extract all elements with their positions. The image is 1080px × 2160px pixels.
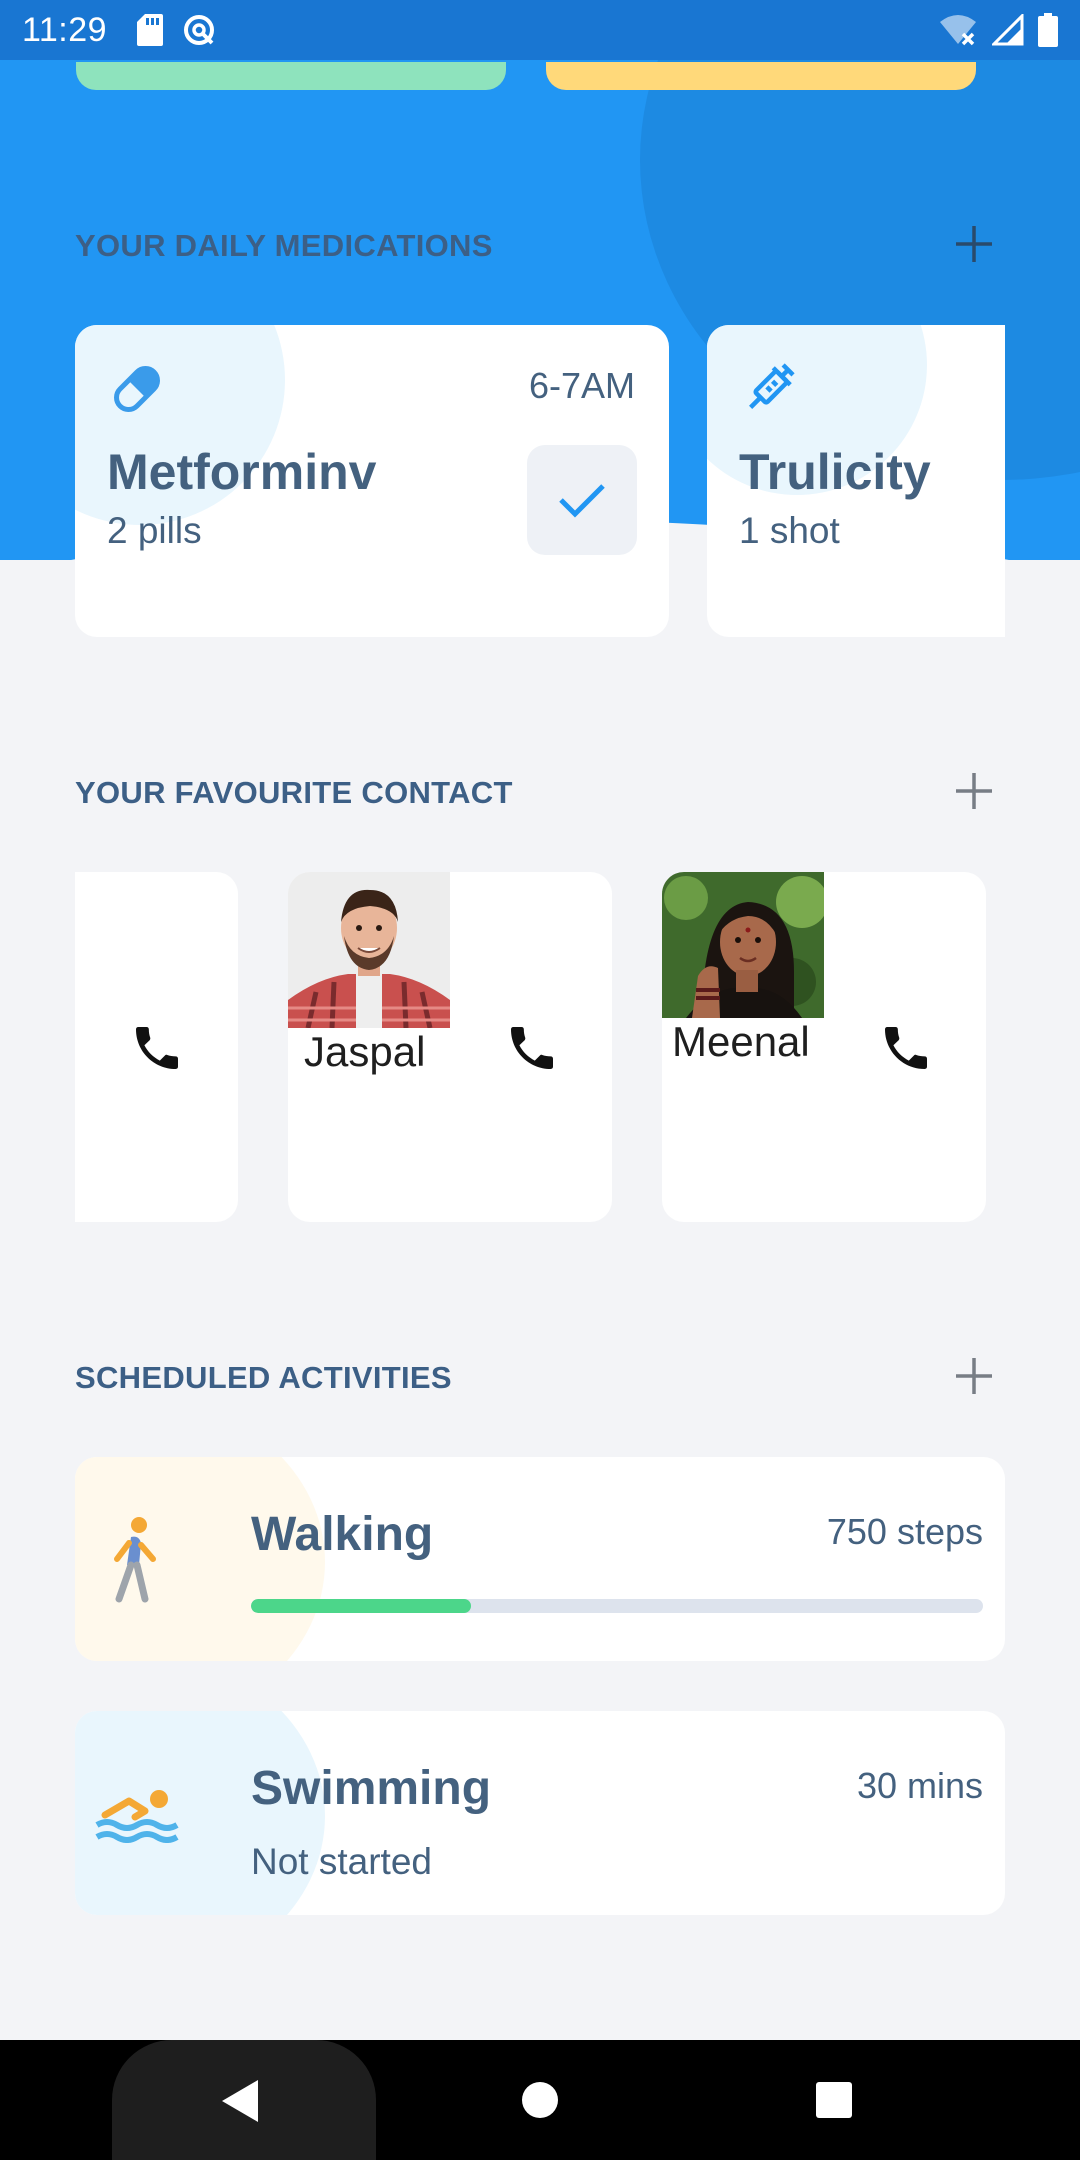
contact-card[interactable]: Meenal [662, 872, 986, 1222]
home-icon [522, 2082, 558, 2118]
add-activity-button[interactable] [948, 1350, 1000, 1402]
navigation-bar [0, 2040, 1080, 2160]
activity-name: Swimming [251, 1762, 492, 1815]
activity-status: Not started [251, 1841, 432, 1882]
battery-icon [1038, 13, 1058, 47]
medication-name: Trulicity [739, 444, 931, 500]
wifi-off-icon [940, 15, 976, 46]
activity-card[interactable]: Swimming 30 mins Not started [75, 1711, 1005, 1915]
activity-card[interactable]: Walking 750 steps [75, 1457, 1005, 1661]
activity-progress-bar [251, 1599, 983, 1613]
phone-icon [511, 1027, 553, 1069]
activity-metric: 30 mins [856, 1765, 983, 1806]
sd-card-icon [137, 14, 164, 46]
contact-photo [288, 872, 450, 1028]
back-icon [222, 2080, 258, 2122]
peek-card-yellow [546, 62, 976, 90]
mark-taken-button[interactable] [527, 445, 637, 555]
contact-name: Meenal [672, 1018, 810, 1065]
contact-card[interactable]: Jaspal [288, 872, 612, 1222]
status-bar: 11:29 [0, 0, 1080, 60]
call-button[interactable] [129, 1020, 189, 1080]
contact-name: Jaspal [304, 1028, 426, 1075]
activity-name: Walking [251, 1508, 434, 1561]
medication-card[interactable]: 6-7AM Metforminv 2 pills [75, 325, 669, 637]
swimming-icon [95, 1790, 179, 1843]
phone-icon [136, 1027, 178, 1069]
peek-card-green [76, 62, 506, 90]
check-icon [559, 484, 605, 518]
back-button[interactable] [218, 2078, 262, 2129]
activity-metric: 750 steps [826, 1511, 983, 1552]
medication-name: Metforminv [107, 444, 377, 500]
pill-icon [114, 366, 160, 412]
medication-dose: 1 shot [739, 510, 840, 551]
walking-icon [114, 1517, 156, 1603]
medications-section-title: YOUR DAILY MEDICATIONS [75, 228, 493, 263]
plus-icon [956, 773, 992, 809]
activities-section-title: SCHEDULED ACTIVITIES [75, 1360, 452, 1395]
contact-photo [662, 872, 824, 1018]
status-time: 11:29 [22, 10, 108, 49]
medication-time: 6-7AM [528, 365, 635, 406]
phone-icon [885, 1027, 927, 1069]
contacts-section-title: YOUR FAVOURITE CONTACT [75, 775, 513, 810]
add-medication-button[interactable] [948, 218, 1000, 270]
syringe-icon [749, 363, 795, 409]
sync-disabled-icon [184, 15, 215, 45]
recents-button[interactable] [814, 2080, 854, 2125]
plus-icon [956, 226, 992, 262]
add-contact-button[interactable] [948, 765, 1000, 817]
medication-dose: 2 pills [107, 510, 202, 551]
signal-icon [992, 14, 1024, 46]
recents-icon [816, 2082, 852, 2118]
call-button[interactable] [878, 1020, 938, 1080]
activity-progress-fill [251, 1599, 471, 1613]
plus-icon [956, 1358, 992, 1394]
home-button[interactable] [520, 2080, 560, 2125]
contact-card[interactable] [75, 872, 238, 1222]
call-button[interactable] [504, 1020, 564, 1080]
medication-card[interactable]: Trulicity 1 shot [707, 325, 1005, 637]
